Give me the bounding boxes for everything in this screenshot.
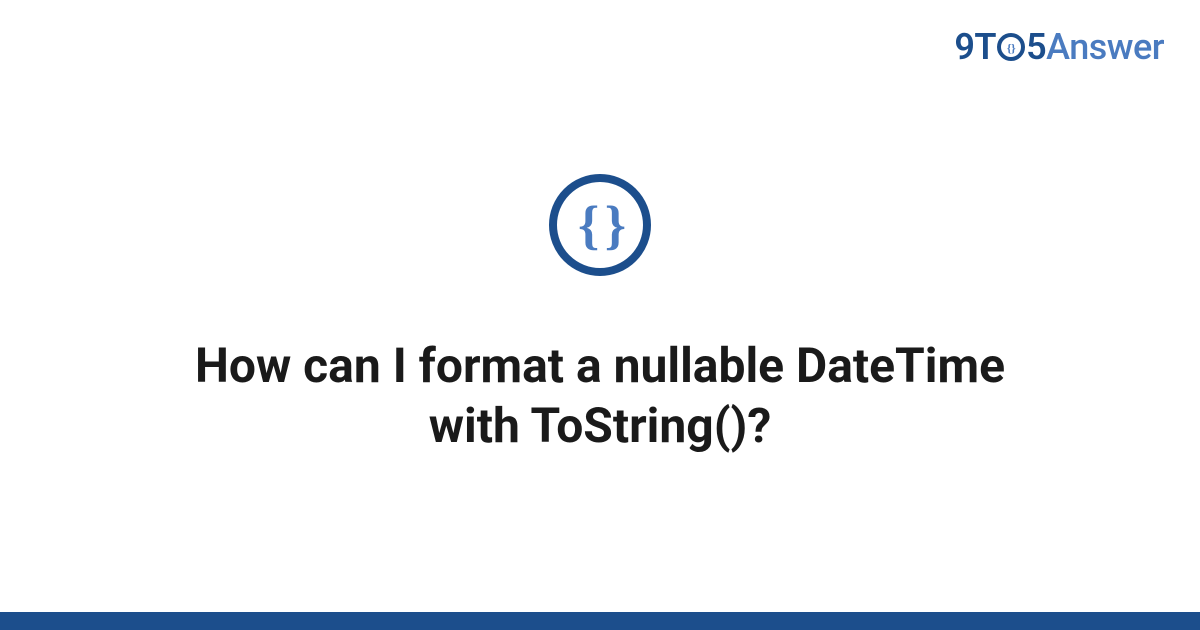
braces-icon: { } bbox=[578, 198, 622, 252]
page-title: How can I format a nullable DateTime wit… bbox=[150, 336, 1050, 456]
main-content: { } How can I format a nullable DateTime… bbox=[0, 0, 1200, 630]
footer-bar bbox=[0, 612, 1200, 630]
logo-circle-icon: { } bbox=[549, 174, 651, 276]
